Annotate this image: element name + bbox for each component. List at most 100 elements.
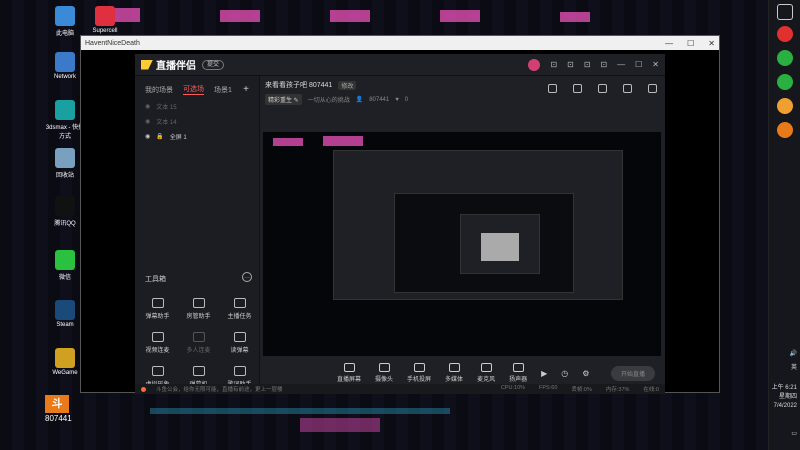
- source-label: 文本 14: [156, 120, 177, 126]
- record-icon[interactable]: ▶: [541, 369, 547, 378]
- speaker-icon[interactable]: 🔊: [790, 350, 797, 358]
- screenshot-icon[interactable]: [598, 84, 607, 93]
- bottom-tool-icon: [378, 363, 390, 372]
- pixel-art-decoration: [330, 10, 370, 22]
- maximize-button[interactable]: ☐: [687, 39, 694, 48]
- windows-start-icon[interactable]: [777, 4, 793, 20]
- bottom-tool-icon: [343, 363, 355, 372]
- tray-app-icon[interactable]: [777, 74, 793, 90]
- tool-item[interactable]: 视频连麦: [137, 332, 178, 354]
- nested-preview: [481, 233, 519, 261]
- desktop-icon-supercell[interactable]: Supercell: [85, 6, 125, 34]
- eye-icon[interactable]: ◉: [145, 133, 150, 140]
- save-icon[interactable]: [548, 84, 557, 93]
- eye-icon[interactable]: ◉: [145, 118, 150, 125]
- status-metric: FPS:60: [539, 385, 558, 391]
- supercell-icon: [95, 6, 115, 26]
- bottom-tool-button[interactable]: 麦克风: [477, 363, 495, 383]
- add-scene-icon[interactable]: +: [243, 84, 249, 95]
- bell-icon[interactable]: [623, 84, 632, 93]
- tool-item[interactable]: 房管助手: [178, 298, 219, 320]
- desktop-icon[interactable]: Steam: [45, 300, 85, 328]
- bottom-tool-button[interactable]: 直播屏幕: [337, 363, 361, 383]
- app-close-button[interactable]: ✕: [652, 60, 659, 69]
- more-icon[interactable]: …: [242, 272, 252, 282]
- room-id: 807441: [369, 96, 390, 103]
- pixel-art-decoration: [300, 418, 380, 432]
- bottom-tool-button[interactable]: 多媒体: [445, 363, 463, 383]
- source-item[interactable]: ◉ 文本 14: [135, 114, 259, 129]
- eye-icon[interactable]: ◉: [145, 103, 150, 110]
- room-tagline: 一切从心的挑战: [307, 98, 350, 104]
- tool-label: 主播任务: [227, 314, 252, 320]
- app-icon: [55, 348, 75, 368]
- user-icon: 👤: [355, 97, 364, 103]
- header-icon-3[interactable]: ⊡: [584, 60, 591, 69]
- minimize-button[interactable]: —: [665, 39, 673, 48]
- timer-icon[interactable]: ◷: [561, 369, 568, 378]
- header-icon-1[interactable]: ⊡: [550, 60, 557, 69]
- tab-optional-scene[interactable]: 可选场: [183, 84, 204, 95]
- status-metric: 内存:37%: [605, 387, 630, 393]
- heart-icon: ♥: [395, 96, 399, 103]
- desktop-icon-label: Steam: [56, 322, 74, 328]
- desktop-icon[interactable]: 微信: [45, 250, 85, 281]
- tray-app-icon[interactable]: [777, 50, 793, 66]
- app-icon: [55, 300, 75, 320]
- app-minimize-button[interactable]: —: [617, 60, 625, 69]
- bottom-tool-button[interactable]: 摄像头: [375, 363, 393, 383]
- tool-label: 读弹幕: [230, 348, 249, 354]
- desktop-icon[interactable]: 腾讯QQ: [45, 196, 85, 227]
- source-item[interactable]: ◉ 文本 15: [135, 99, 259, 114]
- tool-label: 房管助手: [186, 314, 211, 320]
- tool-item[interactable]: 主播任务: [219, 298, 260, 320]
- submit-badge-button[interactable]: 提交: [202, 59, 225, 70]
- stream-preview[interactable]: [263, 132, 661, 356]
- window-titlebar[interactable]: HaventNiceDeath — ☐ ✕: [81, 36, 719, 50]
- edit-title-button[interactable]: 修改: [338, 80, 357, 90]
- tool-item[interactable]: 弹幕助手: [137, 298, 178, 320]
- start-live-button[interactable]: 开始直播: [610, 365, 655, 381]
- status-metric: 丢帧:0%: [571, 387, 592, 393]
- desktop-icon-label: 3dsmax - 快捷方式: [45, 125, 85, 140]
- tool-icon: [192, 298, 205, 308]
- tray-app-icon[interactable]: [777, 26, 793, 42]
- sidebar: 我的场景 可选场 场景1 + ◉ 文本 15 ◉ 文本 14 ◉ 🔒 全屏 1 …: [135, 76, 260, 388]
- header-icon-4[interactable]: ⊡: [600, 60, 607, 69]
- tab-my-scenes[interactable]: 我的场景: [145, 85, 173, 95]
- tool-label: 弹幕助手: [145, 314, 170, 320]
- header-icon-2[interactable]: ⊡: [567, 60, 574, 69]
- desktop-icon[interactable]: Network: [45, 52, 85, 80]
- notification-icon[interactable]: ▭: [791, 430, 797, 438]
- bottom-tool-label: 多媒体: [445, 377, 464, 383]
- desktop-icon[interactable]: WeGame: [45, 348, 85, 376]
- tab-scene-1[interactable]: 场景1: [214, 85, 232, 95]
- tool-item[interactable]: 读弹幕: [219, 332, 260, 354]
- nested-preview: [460, 214, 540, 274]
- close-button[interactable]: ✕: [708, 39, 715, 48]
- desktop-icon[interactable]: 回收站: [45, 148, 85, 179]
- app-icon: [55, 100, 75, 120]
- app-maximize-button[interactable]: ☐: [635, 60, 642, 69]
- category-chip[interactable]: 精彩重生 ✎: [265, 94, 302, 105]
- room-title: 来看看孩子吧 807441: [265, 82, 333, 89]
- window-title: HaventNiceDeath: [85, 39, 140, 47]
- lock-icon[interactable]: 🔒: [156, 133, 163, 140]
- settings-gear-icon[interactable]: ⚙: [582, 369, 589, 378]
- avatar[interactable]: [528, 58, 541, 71]
- status-metric: CPU:10%: [500, 385, 526, 391]
- source-item[interactable]: ◉ 🔒 全屏 1: [135, 129, 259, 144]
- lock-icon[interactable]: [573, 84, 582, 93]
- bottom-tool-button[interactable]: 手机投屏: [407, 363, 431, 383]
- bottom-tool-button[interactable]: 扬声器: [509, 363, 527, 383]
- tray-app-icon[interactable]: [777, 122, 793, 138]
- clock-time[interactable]: 上午 6:21: [772, 384, 797, 392]
- status-dot-icon: [141, 386, 146, 392]
- desktop-icon[interactable]: 此电脑: [45, 6, 85, 37]
- tool-item[interactable]: 多人连麦: [178, 332, 219, 354]
- tray-app-icon[interactable]: [777, 98, 793, 114]
- language-indicator[interactable]: 英: [791, 364, 797, 372]
- desktop-icon[interactable]: 3dsmax - 快捷方式: [45, 100, 85, 140]
- share-icon[interactable]: [648, 84, 657, 93]
- desktop-icon-label: 微信: [58, 275, 71, 281]
